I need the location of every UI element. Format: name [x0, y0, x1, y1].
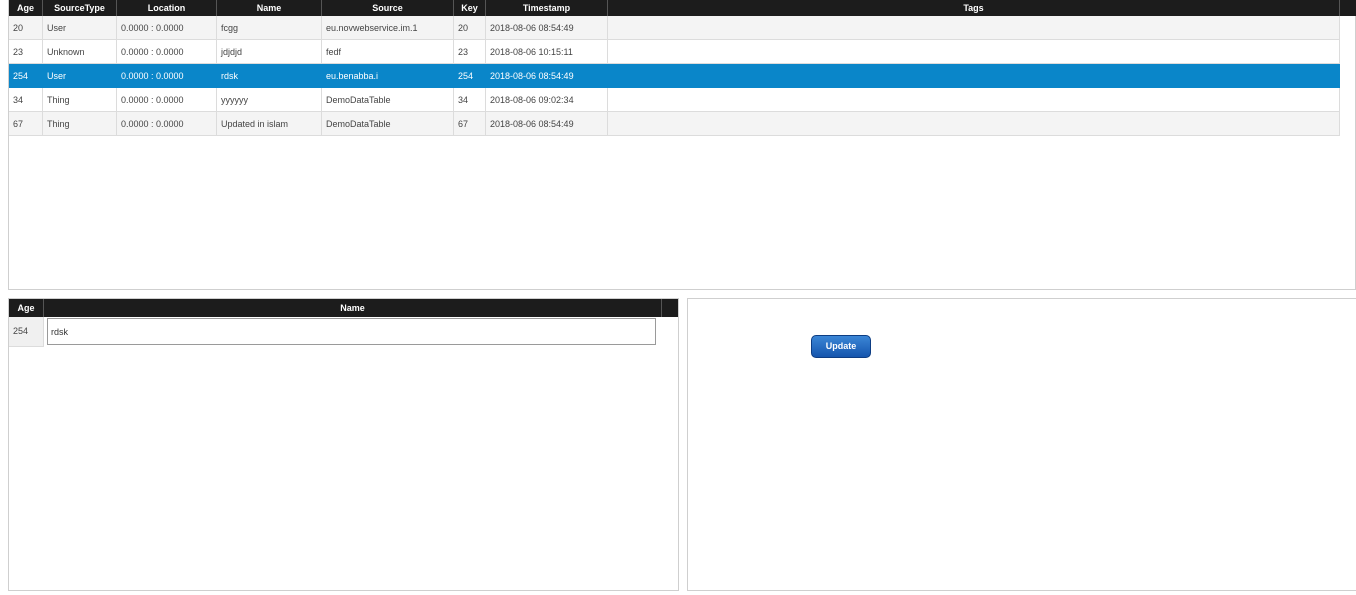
cell-timestamp: 2018-08-06 09:02:34 — [486, 88, 608, 112]
detail-column-header-name: Name — [44, 299, 662, 317]
detail-column-header-age: Age — [9, 299, 44, 317]
cell-source: DemoDataTable — [322, 88, 454, 112]
column-header-key[interactable]: Key — [454, 0, 486, 16]
grid-header: Age SourceType Location Name Source Key … — [9, 0, 1356, 16]
cell-name: rdsk — [217, 64, 322, 88]
cell-age: 23 — [9, 40, 43, 64]
cell-tags — [608, 112, 1340, 136]
column-header-timestamp[interactable]: Timestamp — [486, 0, 608, 16]
cell-tags — [608, 88, 1340, 112]
cell-sourcetype: User — [43, 16, 117, 40]
cell-timestamp: 2018-08-06 08:54:49 — [486, 64, 608, 88]
cell-sourcetype: Thing — [43, 112, 117, 136]
detail-row: 254 — [9, 317, 662, 347]
name-input[interactable] — [47, 318, 656, 345]
cell-source: eu.benabba.i — [322, 64, 454, 88]
cell-location: 0.0000 : 0.0000 — [117, 88, 217, 112]
column-header-name[interactable]: Name — [217, 0, 322, 16]
cell-location: 0.0000 : 0.0000 — [117, 16, 217, 40]
column-header-tags[interactable]: Tags — [608, 0, 1340, 16]
cell-sourcetype: Unknown — [43, 40, 117, 64]
column-header-sourcetype[interactable]: SourceType — [43, 0, 117, 16]
cell-sourcetype: Thing — [43, 88, 117, 112]
cell-key: 20 — [454, 16, 486, 40]
cell-key: 67 — [454, 112, 486, 136]
detail-editor: Age Name 254 — [8, 298, 679, 591]
cell-source: DemoDataTable — [322, 112, 454, 136]
cell-name: yyyyyy — [217, 88, 322, 112]
cell-age: 34 — [9, 88, 43, 112]
cell-name: Updated in islam — [217, 112, 322, 136]
cell-tags — [608, 40, 1340, 64]
column-header-source[interactable]: Source — [322, 0, 454, 16]
column-header-age[interactable]: Age — [9, 0, 43, 16]
cell-age: 20 — [9, 16, 43, 40]
cell-key: 34 — [454, 88, 486, 112]
cell-age: 254 — [9, 64, 43, 88]
cell-tags — [608, 16, 1340, 40]
cell-name: jdjdjd — [217, 40, 322, 64]
cell-location: 0.0000 : 0.0000 — [117, 64, 217, 88]
cell-source: eu.novwebservice.im.1 — [322, 16, 454, 40]
cell-source: fedf — [322, 40, 454, 64]
cell-tags — [608, 64, 1340, 88]
cell-timestamp: 2018-08-06 08:54:49 — [486, 16, 608, 40]
update-button[interactable]: Update — [811, 335, 871, 358]
cell-timestamp: 2018-08-06 10:15:11 — [486, 40, 608, 64]
cell-location: 0.0000 : 0.0000 — [117, 40, 217, 64]
action-panel: Update — [687, 298, 1356, 591]
cell-sourcetype: User — [43, 64, 117, 88]
records-grid: Age SourceType Location Name Source Key … — [8, 0, 1356, 290]
cell-key: 23 — [454, 40, 486, 64]
cell-timestamp: 2018-08-06 08:54:49 — [486, 112, 608, 136]
cell-age: 67 — [9, 112, 43, 136]
cell-location: 0.0000 : 0.0000 — [117, 112, 217, 136]
cell-name: fcgg — [217, 16, 322, 40]
cell-key: 254 — [454, 64, 486, 88]
detail-header: Age Name — [9, 299, 678, 317]
detail-age-value: 254 — [9, 317, 44, 347]
column-header-location[interactable]: Location — [117, 0, 217, 16]
